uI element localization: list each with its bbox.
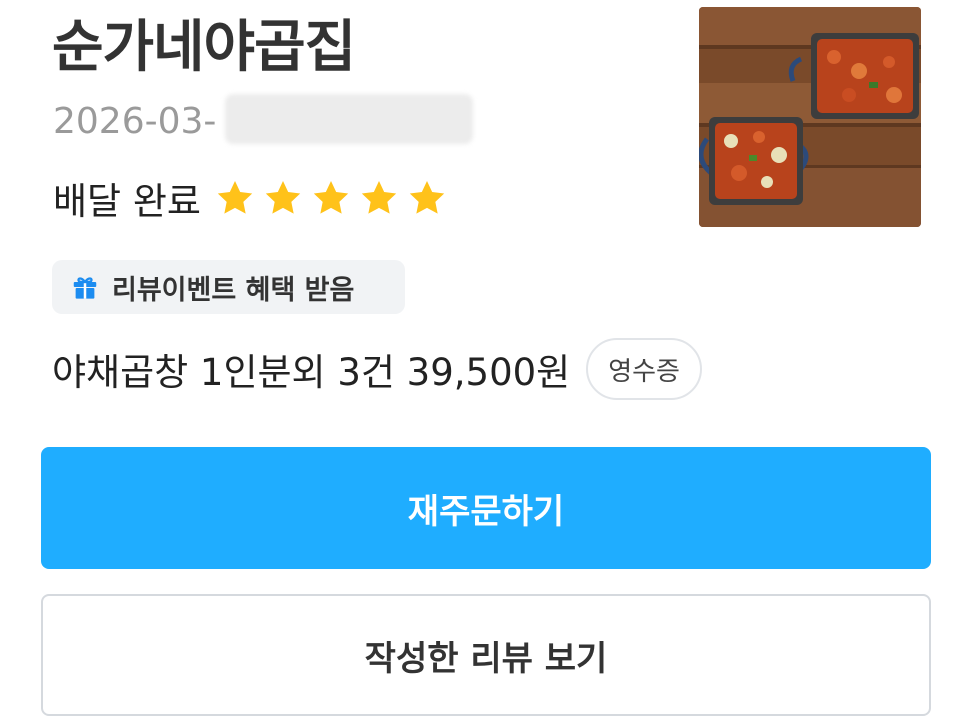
view-review-button[interactable]: 작성한 리뷰 보기 xyxy=(41,594,931,716)
star-icon xyxy=(311,178,351,218)
reorder-button[interactable]: 재주문하기 xyxy=(41,447,931,569)
star-rating xyxy=(215,178,455,218)
event-badge-label: 리뷰이벤트 혜택 받음 xyxy=(112,274,355,306)
status-row: 배달 완료 xyxy=(53,170,455,226)
star-icon xyxy=(407,178,447,218)
store-name: 순가네야곱집 xyxy=(52,15,356,80)
star-icon xyxy=(263,178,303,218)
gift-icon xyxy=(70,272,100,302)
review-event-badge: 리뷰이벤트 혜택 받음 xyxy=(52,260,405,314)
order-summary-row: 야채곱창 1인분외 3건 39,500원 영수증 xyxy=(52,336,702,402)
view-review-label: 작성한 리뷰 보기 xyxy=(364,638,608,679)
delivery-status: 배달 완료 xyxy=(53,180,201,223)
food-thumbnail xyxy=(699,7,921,227)
order-summary: 야채곱창 1인분외 3건 39,500원 xyxy=(52,351,571,394)
star-icon xyxy=(359,178,399,218)
receipt-label: 영수증 xyxy=(608,356,680,387)
date-redacted-blur xyxy=(225,94,473,144)
reorder-label: 재주문하기 xyxy=(407,491,565,532)
receipt-button[interactable]: 영수증 xyxy=(586,338,702,400)
order-date: 2026-03- xyxy=(53,101,217,142)
star-icon xyxy=(215,178,255,218)
